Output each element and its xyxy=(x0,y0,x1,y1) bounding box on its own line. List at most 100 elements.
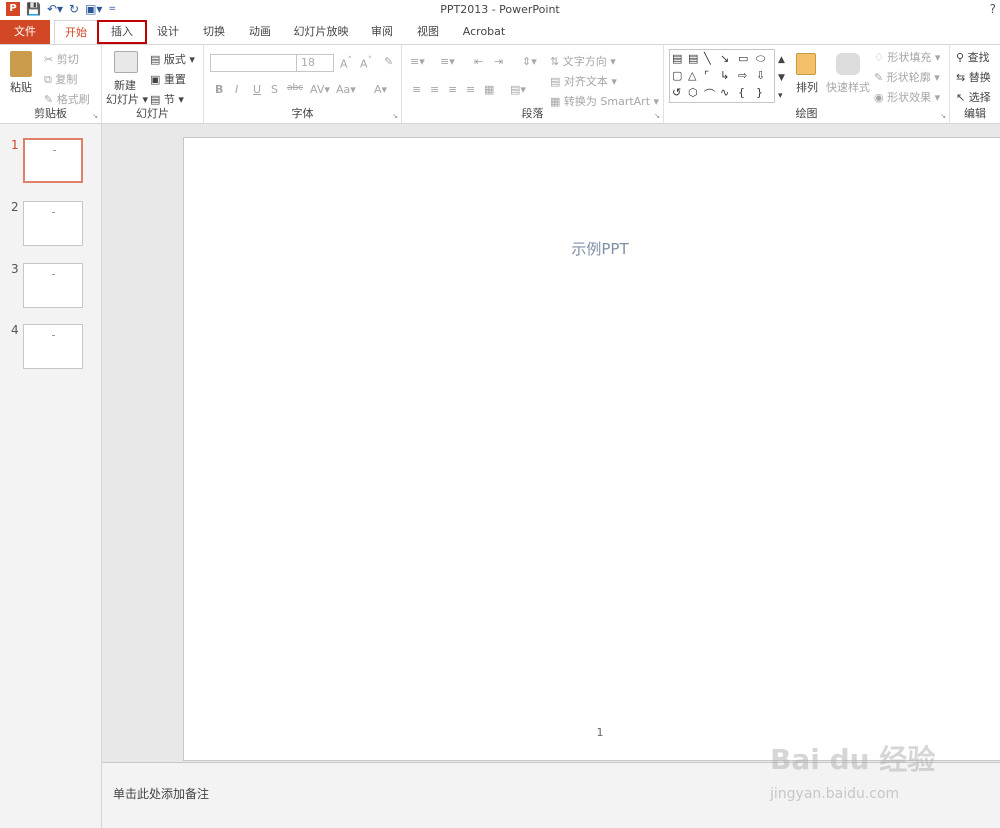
slide-thumbnail-2[interactable] xyxy=(23,201,83,246)
tab-slide-show[interactable]: 幻灯片放映 xyxy=(290,20,352,44)
new-slide-icon[interactable] xyxy=(114,51,138,73)
arc-shape-icon[interactable]: ⌒ xyxy=(704,86,715,102)
char-spacing-button[interactable]: AV▾ xyxy=(310,83,330,96)
drawing-launcher-icon[interactable]: ↘ xyxy=(940,112,946,120)
baidu-watermark-url: jingyan.baidu.com xyxy=(770,786,900,802)
left-brace-shape-icon[interactable]: { xyxy=(738,86,745,99)
shape-outline-label: 形状轮廓 xyxy=(886,71,931,84)
shape-outline-button[interactable]: ✎ 形状轮廓 ▾ xyxy=(874,69,940,85)
slide-thumbnail-4[interactable] xyxy=(23,324,83,369)
heptagon-shape-icon[interactable]: ⬡ xyxy=(688,86,698,99)
font-size-combo[interactable]: 18 xyxy=(296,54,334,72)
align-left-icon[interactable]: ≡ xyxy=(412,83,421,96)
arrow-line-shape-icon[interactable]: ↘ xyxy=(720,52,729,65)
vertical-textbox-shape-icon[interactable]: ▤ xyxy=(688,52,698,65)
paragraph-group: ≡▾ ≡▾ ⇤ ⇥ ⇕▾ ⇅ 文字方向 ▾ ▤ 对齐文本 ▾ ▦ 转换为 Sma… xyxy=(402,45,664,123)
triangle-shape-icon[interactable]: △ xyxy=(688,69,696,82)
slides-label: 幻灯片 xyxy=(136,107,169,120)
line-shape-icon[interactable]: ╲ xyxy=(704,52,711,65)
copy-button[interactable]: ⧉ 复制 xyxy=(44,71,77,87)
find-button[interactable]: ⚲ 查找 xyxy=(956,49,990,65)
change-case-button[interactable]: Aa▾ xyxy=(336,83,356,96)
tab-review[interactable]: 审阅 xyxy=(364,20,400,44)
decrease-indent-icon[interactable]: ⇤ xyxy=(474,55,483,68)
align-center-icon[interactable]: ≡ xyxy=(430,83,439,96)
tab-transitions[interactable]: 切换 xyxy=(196,20,232,44)
slide-thumbnail-pane[interactable]: 1 2 3 4 xyxy=(0,124,102,828)
tab-home[interactable]: 开始 xyxy=(54,20,98,44)
font-name-combo[interactable] xyxy=(210,54,298,72)
justify-icon[interactable]: ≡ xyxy=(466,83,475,96)
oval-shape-icon[interactable]: ⬭ xyxy=(756,52,765,66)
paste-icon[interactable] xyxy=(10,51,32,77)
font-launcher-icon[interactable]: ↘ xyxy=(392,112,398,120)
right-brace-shape-icon[interactable]: } xyxy=(756,86,763,99)
slide-thumbnail-1[interactable] xyxy=(23,138,83,183)
tab-design[interactable]: 设计 xyxy=(150,20,186,44)
rounded-rect-shape-icon[interactable]: ▢ xyxy=(672,69,682,82)
cut-button[interactable]: ✂ 剪切 xyxy=(44,51,79,67)
shadow-button[interactable]: S xyxy=(271,83,278,96)
numbering-icon[interactable]: ≡▾ xyxy=(440,55,455,68)
bold-button[interactable]: B xyxy=(215,83,223,96)
drawing-label: 绘图 xyxy=(795,107,818,120)
freeform-shape-icon[interactable]: ↺ xyxy=(672,86,681,99)
thumbnail-number: 4 xyxy=(11,323,19,337)
columns-icon[interactable]: ▤▾ xyxy=(510,83,526,96)
right-arrow-shape-icon[interactable]: ⇨ xyxy=(738,69,747,82)
font-color-label: A xyxy=(374,83,382,96)
tab-view[interactable]: 视图 xyxy=(410,20,446,44)
quick-styles-button[interactable]: 快速样式 xyxy=(826,79,870,95)
gallery-scroll-icon[interactable]: ▲ ▼ ▾ xyxy=(778,51,785,105)
paragraph-launcher-icon[interactable]: ↘ xyxy=(654,112,660,120)
distributed-icon[interactable]: ▦ xyxy=(484,83,494,96)
slide-canvas[interactable]: 示例PPT 1 xyxy=(183,137,1000,761)
reset-button[interactable]: ▣ 重置 xyxy=(150,71,186,87)
reset-label: 重置 xyxy=(163,73,186,86)
line-spacing-icon[interactable]: ⇕▾ xyxy=(522,55,537,68)
underline-button[interactable]: U xyxy=(253,83,261,96)
font-color-button[interactable]: A▾ xyxy=(374,83,387,96)
font-group: 18 A˄ A˅ ✎ B I U S abc AV▾ Aa▾ A▾ 字体 ↘ xyxy=(204,45,402,123)
tab-insert[interactable]: 插入 xyxy=(97,20,147,44)
rectangle-shape-icon[interactable]: ▭ xyxy=(738,52,748,65)
elbow-arrow-shape-icon[interactable]: ↳ xyxy=(720,69,729,82)
slide-title-text[interactable]: 示例PPT xyxy=(184,238,1000,259)
bullets-icon[interactable]: ≡▾ xyxy=(410,55,425,68)
shape-fill-button[interactable]: ♢ 形状填充 ▾ xyxy=(874,49,940,65)
tab-animations[interactable]: 动画 xyxy=(242,20,278,44)
italic-button[interactable]: I xyxy=(235,83,238,96)
strikethrough-button[interactable]: abc xyxy=(287,83,303,93)
align-right-icon[interactable]: ≡ xyxy=(448,83,457,96)
tab-file[interactable]: 文件 xyxy=(0,20,50,44)
clear-formatting-icon[interactable]: ✎ xyxy=(384,55,393,68)
slide-thumbnail-3[interactable] xyxy=(23,263,83,308)
arrange-button[interactable]: 排列 xyxy=(796,79,818,95)
shrink-font-button[interactable]: A˅ xyxy=(360,55,372,71)
layout-button[interactable]: ▤ 版式 ▾ xyxy=(150,51,195,67)
textbox-shape-icon[interactable]: ▤ xyxy=(672,52,682,65)
quick-styles-icon[interactable] xyxy=(836,53,860,75)
elbow-connector-shape-icon[interactable]: ⌜ xyxy=(704,69,709,82)
shapes-gallery[interactable]: ▤ ▤ ╲ ↘ ▭ ⬭ ▢ △ ⌜ ↳ ⇨ ⇩ ↺ ⬡ ⌒ ∿ { } xyxy=(669,49,775,103)
align-text-button[interactable]: ▤ 对齐文本 ▾ xyxy=(550,73,617,89)
replace-button[interactable]: ⇆ 替换 xyxy=(956,69,991,85)
select-button[interactable]: ↖ 选择 xyxy=(956,89,991,105)
paste-button[interactable]: 粘贴 xyxy=(10,79,32,95)
down-arrow-shape-icon[interactable]: ⇩ xyxy=(756,69,765,82)
notes-placeholder[interactable]: 单击此处添加备注 xyxy=(113,785,209,802)
tab-acrobat[interactable]: Acrobat xyxy=(458,20,510,44)
clipboard-launcher-icon[interactable]: ↘ xyxy=(92,112,98,120)
layout-label: 版式 xyxy=(163,53,186,66)
increase-indent-icon[interactable]: ⇥ xyxy=(494,55,503,68)
help-icon[interactable]: ? xyxy=(990,2,996,16)
clipboard-group: 粘贴 ✂ 剪切 ⧉ 复制 ✎ 格式刷 剪贴板 ↘ xyxy=(0,45,102,123)
thumbnail-number: 1 xyxy=(11,138,19,152)
text-direction-button[interactable]: ⇅ 文字方向 ▾ xyxy=(550,53,616,69)
grow-font-button[interactable]: A˄ xyxy=(340,55,352,71)
arrange-icon[interactable] xyxy=(796,53,816,75)
curve-shape-icon[interactable]: ∿ xyxy=(720,86,729,99)
shape-effects-button[interactable]: ◉ 形状效果 ▾ xyxy=(874,89,940,105)
find-label: 查找 xyxy=(967,51,990,64)
cut-label: 剪切 xyxy=(56,53,79,66)
